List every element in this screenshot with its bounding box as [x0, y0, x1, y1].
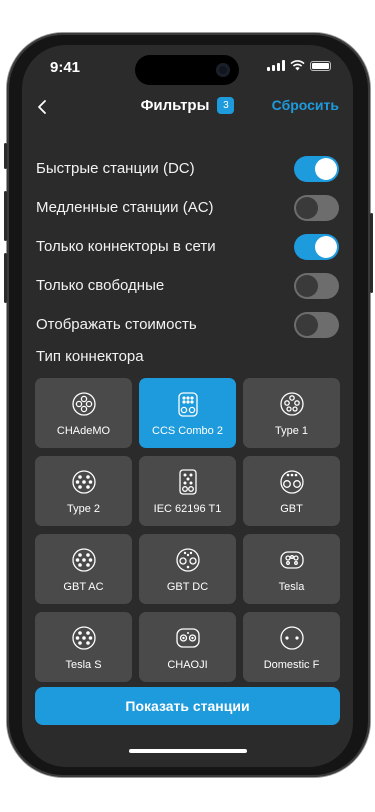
action-button — [4, 143, 7, 169]
connector-label: IEC 62196 T1 — [153, 502, 222, 515]
filter-row: Отображать стоимость — [36, 305, 339, 344]
connector-label: GBT DC — [166, 580, 209, 593]
connector-grid: CHAdeMO CCS Combo 2 Type 1 Type 2 IEC 62196 … — [35, 378, 340, 682]
wifi-icon — [290, 60, 305, 71]
app-screen: 9:41 Фильтры 3 Сбросить Быстрые станции … — [22, 45, 353, 767]
connector-tile[interactable]: CCS Combo 2 — [139, 378, 236, 448]
chaoji-icon — [174, 624, 202, 652]
chademo-icon — [70, 390, 98, 418]
ccs-combo-2-icon — [174, 390, 202, 418]
toggle-knob — [315, 235, 337, 258]
show-stations-button[interactable]: Показать станции — [35, 687, 340, 725]
connector-tile[interactable]: GBT AC — [35, 534, 132, 604]
connector-label: CHAOJI — [167, 658, 208, 671]
connector-label: Domestic F — [263, 658, 320, 671]
toggle-knob — [296, 274, 318, 297]
volume-up-button — [4, 191, 7, 241]
connector-label: CHAdeMO — [56, 424, 111, 437]
filter-label: Только коннекторы в сети — [36, 238, 216, 255]
iec-62196-t1-icon — [174, 468, 202, 496]
volume-down-button — [4, 253, 7, 303]
home-indicator[interactable] — [129, 749, 247, 753]
filter-toggle-switch[interactable] — [294, 272, 339, 299]
filter-label: Медленные станции (AC) — [36, 199, 214, 216]
camera-icon — [216, 63, 230, 77]
connector-label: Type 2 — [66, 502, 101, 515]
reset-button[interactable]: Сбросить — [272, 97, 339, 113]
filter-row: Медленные станции (AC) — [36, 188, 339, 227]
filter-toggle-switch[interactable] — [294, 311, 339, 338]
connector-label: GBT AC — [63, 580, 104, 593]
filter-row: Только свободные — [36, 266, 339, 305]
connector-label: CCS Combo 2 — [152, 424, 223, 437]
connector-label: Tesla S — [65, 658, 102, 671]
tesla-icon — [278, 546, 306, 574]
battery-icon — [310, 60, 331, 71]
connector-tile[interactable]: Tesla S — [35, 612, 132, 682]
type-2-icon — [70, 468, 98, 496]
connector-label: GBT — [280, 502, 303, 515]
status-time: 9:41 — [50, 59, 81, 76]
connector-tile[interactable]: Type 2 — [35, 456, 132, 526]
connector-tile[interactable]: Type 1 — [243, 378, 340, 448]
connector-tile[interactable]: Domestic F — [243, 612, 340, 682]
filter-row: Только коннекторы в сети — [36, 227, 339, 266]
connector-section-title: Тип коннектора — [36, 348, 144, 365]
connector-tile[interactable]: GBT — [243, 456, 340, 526]
filter-toggle-list: Быстрые станции (DC) Медленные станции (A… — [36, 149, 339, 344]
connector-tile[interactable]: IEC 62196 T1 — [139, 456, 236, 526]
toggle-knob — [296, 313, 318, 336]
type-1-icon — [278, 390, 306, 418]
tesla-s-icon — [70, 624, 98, 652]
connector-tile[interactable]: CHAOJI — [139, 612, 236, 682]
power-button — [370, 213, 373, 293]
status-bar: 9:41 — [22, 45, 353, 91]
connector-label: Tesla — [278, 580, 305, 593]
status-icons — [267, 60, 331, 71]
filter-count-badge: 3 — [217, 97, 235, 114]
show-stations-label: Показать станции — [125, 698, 250, 714]
gbt-ac-icon — [70, 546, 98, 574]
gbt-dc-icon — [174, 546, 202, 574]
filter-toggle-switch[interactable] — [294, 233, 339, 260]
page-title: Фильтры — [140, 97, 210, 114]
toggle-knob — [315, 157, 337, 180]
connector-tile[interactable]: GBT DC — [139, 534, 236, 604]
filter-toggle-switch[interactable] — [294, 155, 339, 182]
filter-label: Отображать стоимость — [36, 316, 197, 333]
connector-tile[interactable]: Tesla — [243, 534, 340, 604]
cellular-signal-icon — [267, 60, 285, 71]
filter-toggle-switch[interactable] — [294, 194, 339, 221]
gbt-icon — [278, 468, 306, 496]
domestic-f-icon — [278, 624, 306, 652]
filter-row: Быстрые станции (DC) — [36, 149, 339, 188]
connector-label: Type 1 — [274, 424, 309, 437]
toggle-knob — [296, 196, 318, 219]
filter-label: Быстрые станции (DC) — [36, 160, 195, 177]
filter-label: Только свободные — [36, 277, 165, 294]
dynamic-island — [135, 55, 239, 85]
navigation-bar: Фильтры 3 Сбросить — [22, 93, 353, 121]
connector-tile[interactable]: CHAdeMO — [35, 378, 132, 448]
